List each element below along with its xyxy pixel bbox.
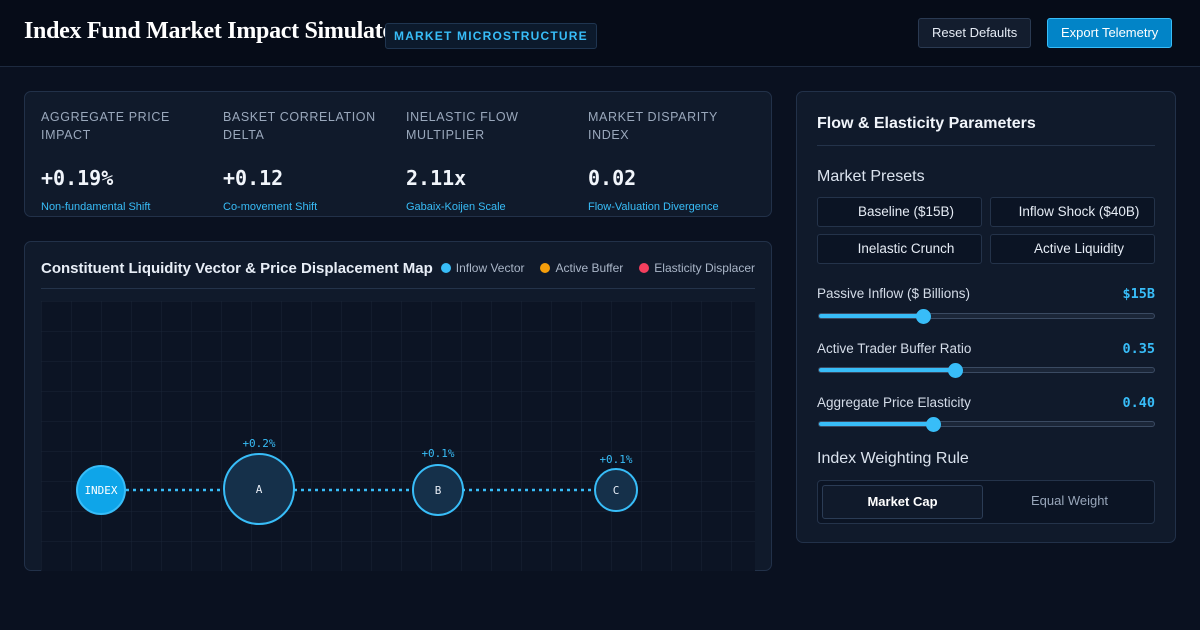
legend-label: Inflow Vector (455, 261, 525, 275)
parameters-panel: Flow & Elasticity Parameters Market Pres… (796, 91, 1176, 543)
app-header: Index Fund Market Impact Simulator MARKE… (0, 0, 1200, 67)
price-elasticity-slider[interactable] (818, 417, 1155, 432)
active-buffer-value: 0.35 (1122, 341, 1155, 357)
metric-aggregate-price-impact: AGGREGATE PRICE IMPACT +0.19% Non-fundam… (41, 108, 211, 213)
node-index[interactable]: INDEX (76, 465, 126, 515)
legend-dot (639, 263, 650, 273)
slider-fill (819, 314, 923, 318)
weighting-market-cap-option[interactable]: Market Cap (822, 485, 983, 519)
map-legend: Inflow Vector Active Buffer Elasticity D… (440, 261, 755, 275)
passive-inflow-slider[interactable] (818, 309, 1155, 324)
map-divider (41, 288, 755, 289)
node-b-label: B (435, 484, 442, 497)
price-elasticity-label: Aggregate Price Elasticity (817, 395, 971, 410)
parameters-title: Flow & Elasticity Parameters (817, 115, 1036, 132)
metric-inelastic-flow-multiplier: INELASTIC FLOW MULTIPLIER 2.11x Gabaix-K… (406, 108, 576, 213)
metric-basket-correlation-delta: BASKET CORRELATION DELTA +0.12 Co-moveme… (223, 108, 393, 213)
passive-inflow-value: $15B (1122, 286, 1155, 302)
metric-label: INELASTIC FLOW MULTIPLIER (406, 110, 519, 142)
liquidity-map-canvas[interactable]: INDEX A +0.2% B +0.1% C +0.1% (41, 301, 755, 571)
metric-value: 2.11x (406, 166, 467, 190)
metric-value: +0.12 (223, 166, 284, 190)
node-c-change: +0.1% (599, 453, 632, 466)
slider-fill (819, 368, 955, 372)
liquidity-map-panel: Constituent Liquidity Vector & Price Dis… (24, 241, 772, 571)
map-grid (41, 301, 755, 571)
metric-subtitle: Non-fundamental Shift (41, 201, 151, 213)
metric-subtitle: Co-movement Shift (223, 201, 318, 213)
legend-item-elasticity-displacer: Elasticity Displacer (639, 261, 755, 275)
legend-dot (440, 263, 451, 273)
preset-baseline-button[interactable]: Baseline ($15B) (817, 197, 982, 227)
node-b-change: +0.1% (421, 447, 454, 460)
legend-item-inflow-vector: Inflow Vector (440, 261, 525, 275)
active-buffer-label: Active Trader Buffer Ratio (817, 341, 972, 356)
slider-thumb[interactable] (925, 417, 941, 432)
parameters-divider (817, 145, 1155, 146)
passive-inflow-label: Passive Inflow ($ Billions) (817, 286, 971, 301)
active-buffer-slider[interactable] (818, 363, 1155, 378)
app-title: Index Fund Market Impact Simulator (24, 18, 405, 44)
metric-subtitle: Gabaix-Koijen Scale (406, 201, 506, 213)
legend-label: Elasticity Displacer (654, 261, 755, 275)
metric-value: 0.02 (588, 166, 637, 190)
legend-item-active-buffer: Active Buffer (540, 261, 623, 275)
weighting-toggle: Market Cap Equal Weight (817, 480, 1155, 524)
metric-label: AGGREGATE PRICE IMPACT (41, 110, 170, 142)
slider-thumb[interactable] (947, 363, 963, 378)
slider-fill (819, 422, 933, 426)
legend-dot (540, 263, 551, 273)
preset-active-liquidity-button[interactable]: Active Liquidity (990, 234, 1155, 264)
metrics-panel: AGGREGATE PRICE IMPACT +0.19% Non-fundam… (24, 91, 772, 217)
metric-market-disparity-index: MARKET DISPARITY INDEX 0.02 Flow-Valuati… (588, 108, 758, 213)
preset-inflow-shock-button[interactable]: Inflow Shock ($40B) (990, 197, 1155, 227)
legend-label: Active Buffer (555, 261, 624, 275)
node-a-label: A (256, 483, 263, 496)
export-telemetry-button[interactable]: Export Telemetry (1047, 18, 1173, 48)
preset-inelastic-crunch-button[interactable]: Inelastic Crunch (817, 234, 982, 264)
slider-thumb[interactable] (915, 309, 931, 324)
metric-subtitle: Flow-Valuation Divergence (588, 201, 719, 213)
price-elasticity-value: 0.40 (1122, 395, 1155, 411)
node-c-label: C (613, 484, 620, 497)
presets-title: Market Presets (817, 168, 925, 185)
reset-defaults-button[interactable]: Reset Defaults (918, 18, 1032, 48)
metric-label: BASKET CORRELATION DELTA (223, 110, 376, 142)
metric-label: MARKET DISPARITY INDEX (588, 110, 718, 142)
node-index-label: INDEX (84, 484, 117, 497)
node-a-change: +0.2% (242, 437, 275, 450)
map-title: Constituent Liquidity Vector & Price Dis… (41, 260, 433, 277)
metric-value: +0.19% (41, 166, 114, 190)
weighting-title: Index Weighting Rule (817, 450, 969, 467)
node-c[interactable]: C +0.1% (594, 453, 638, 512)
section-tag: MARKET MICROSTRUCTURE (385, 23, 597, 49)
weighting-equal-weight-option[interactable]: Equal Weight (989, 485, 1150, 519)
